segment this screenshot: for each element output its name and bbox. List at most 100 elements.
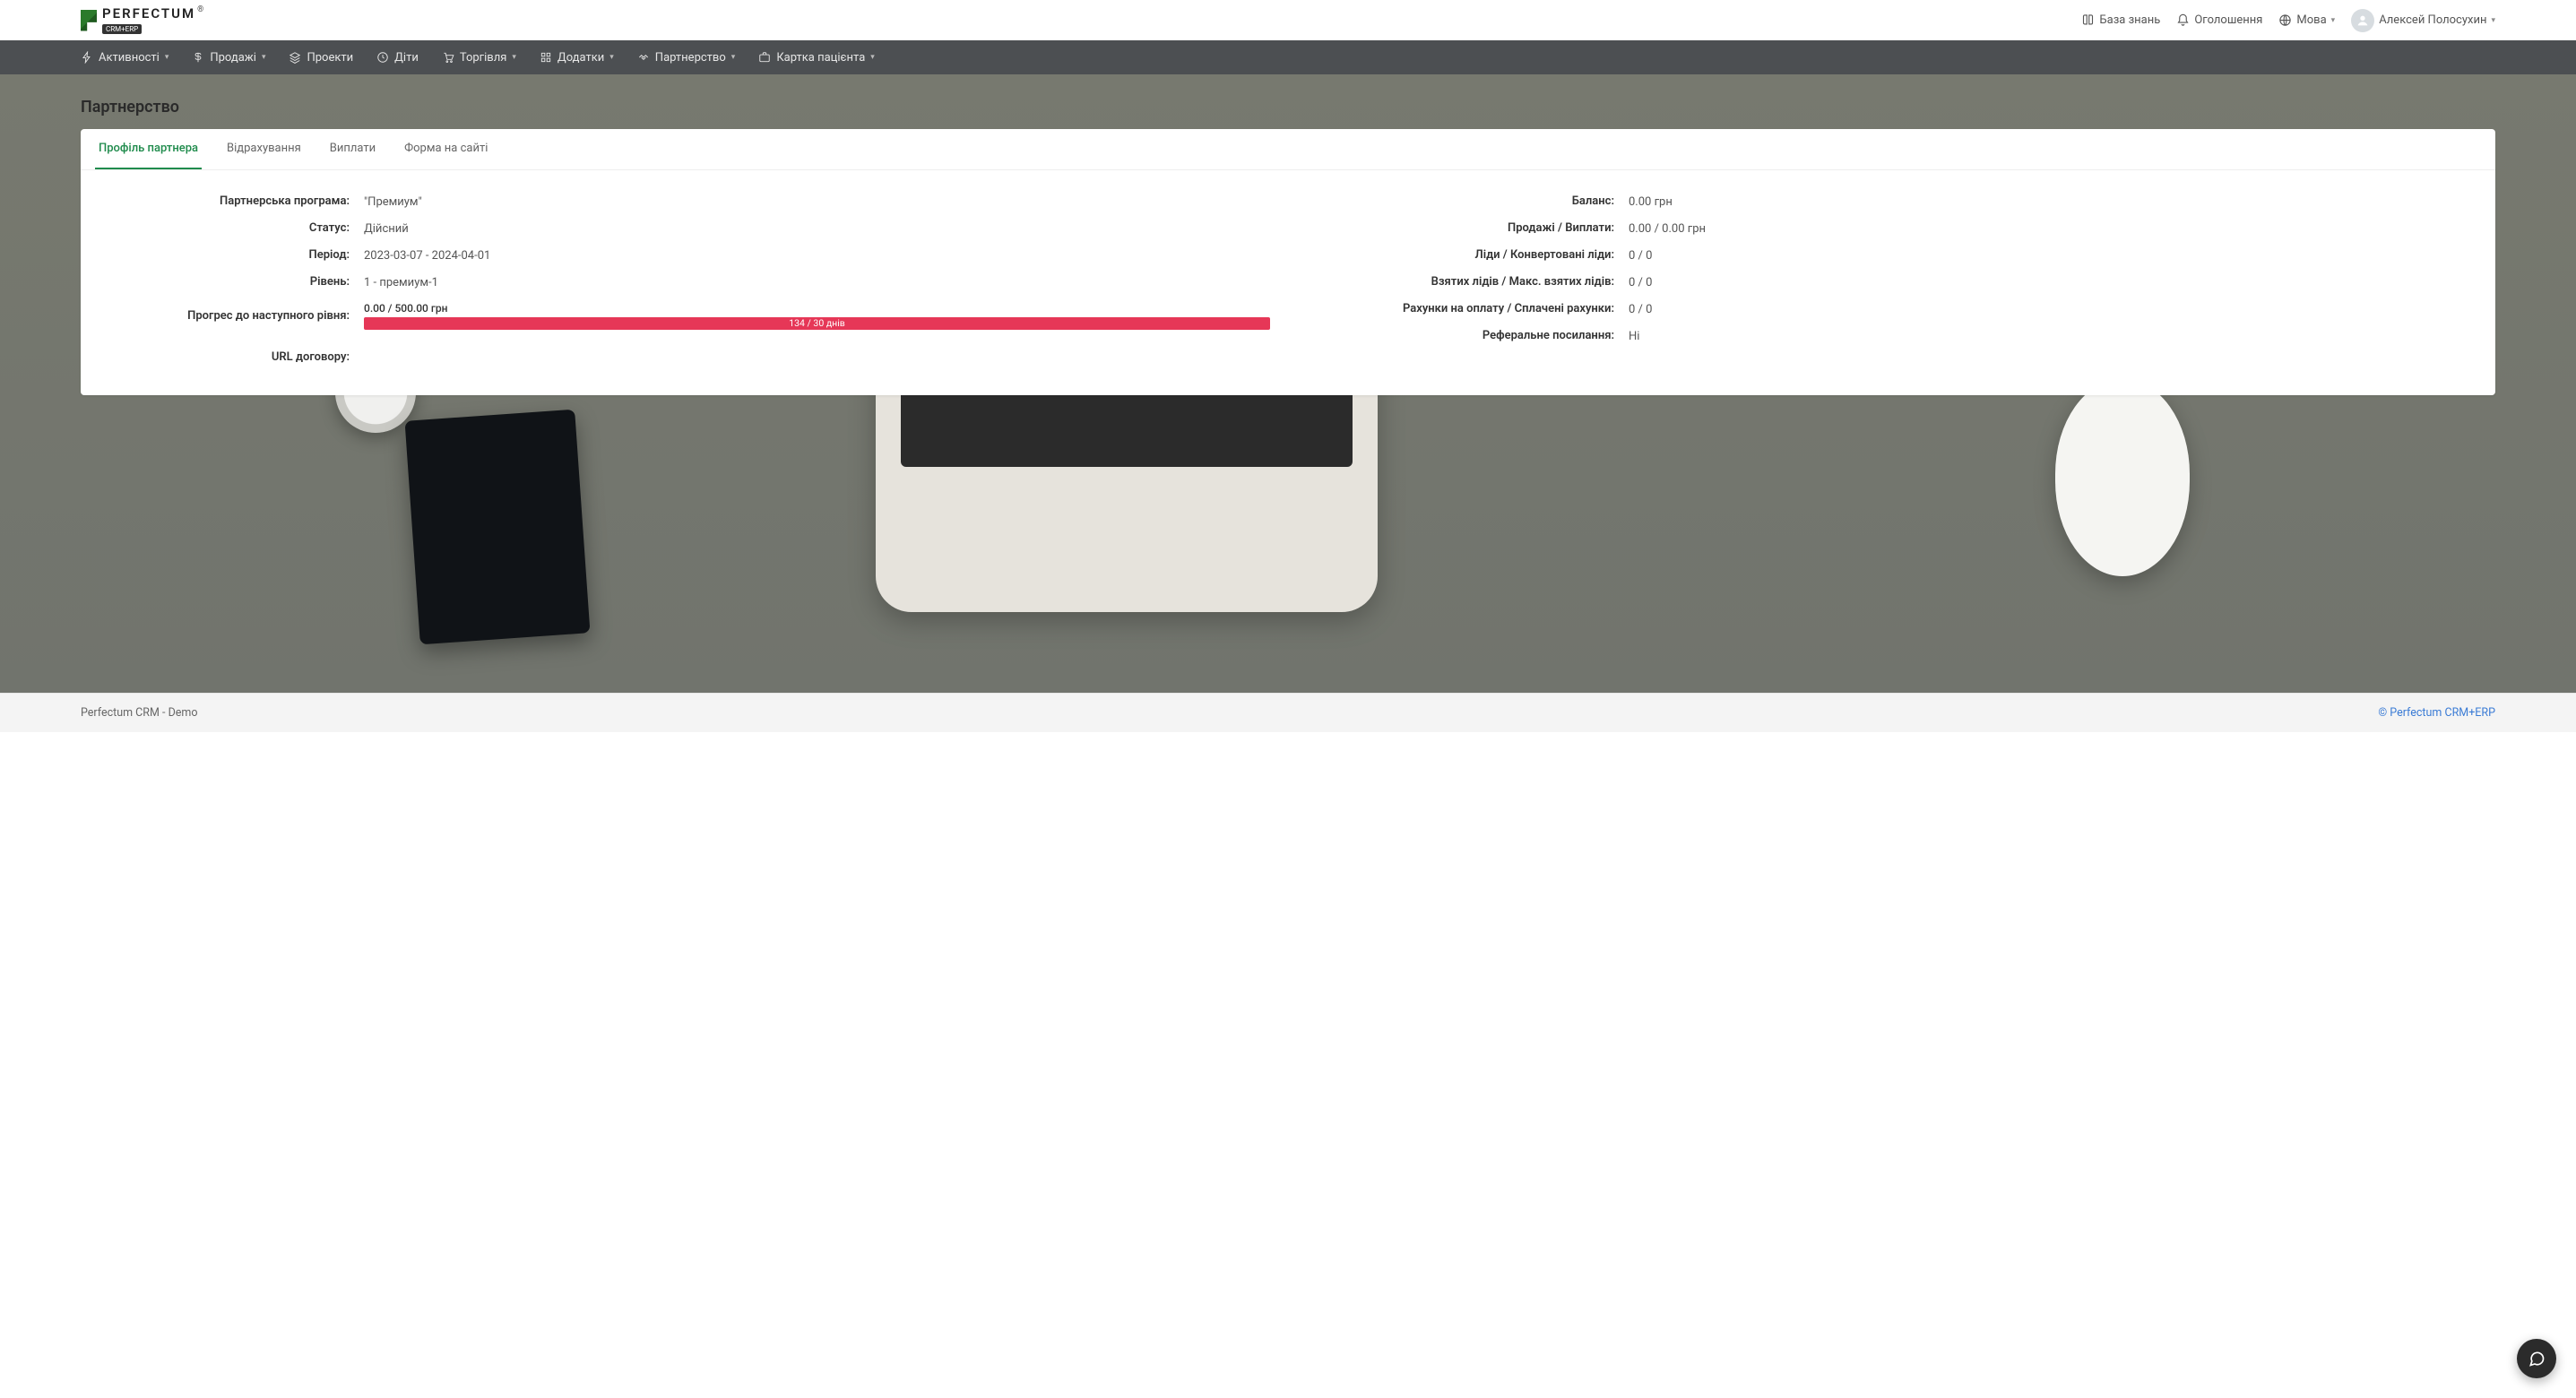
page-background: Партнерство Профіль партнера Відрахування… xyxy=(0,74,2576,693)
layers-icon xyxy=(289,51,301,64)
nav-item-label: Активності xyxy=(99,51,160,65)
briefcase-icon xyxy=(758,51,771,64)
clock-icon xyxy=(376,51,389,64)
language-label: Мова xyxy=(2296,13,2326,27)
label-url: URL договору: xyxy=(95,350,364,364)
registered-mark: ® xyxy=(197,5,203,14)
nav-item-1[interactable]: Продажі ▾ xyxy=(192,51,265,65)
value-invoices: 0 / 0 xyxy=(1629,302,2481,316)
value-status: Дійсний xyxy=(364,221,1270,236)
dollar-icon xyxy=(192,51,204,64)
tab-2[interactable]: Виплати xyxy=(326,129,379,169)
topbar: PERFECTUM® CRM+ERP База знань Оголошення… xyxy=(0,0,2576,40)
profile-grid: Партнерська програма: "Премиум" Статус: … xyxy=(81,170,2495,370)
nav-item-label: Партнерство xyxy=(655,51,726,65)
logo-mark-icon xyxy=(81,10,97,31)
value-url xyxy=(364,350,1270,351)
chat-fab[interactable] xyxy=(2517,1339,2556,1378)
value-taken: 0 / 0 xyxy=(1629,275,2481,289)
footer-right-link[interactable]: © Perfectum CRM+ERP xyxy=(2378,706,2495,720)
label-program: Партнерська програма: xyxy=(95,194,364,208)
value-level: 1 - премиум-1 xyxy=(364,275,1270,289)
row-taken: Взятих лідів / Макс. взятих лідів: 0 / 0 xyxy=(1306,269,2481,296)
chevron-down-icon: ▾ xyxy=(262,53,266,62)
tab-0[interactable]: Профіль партнера xyxy=(95,129,202,169)
chevron-down-icon: ▾ xyxy=(165,53,169,62)
nav-item-label: Продажі xyxy=(210,51,256,65)
label-ref: Реферальне посилання: xyxy=(1306,329,1629,342)
progress-bar: 134 / 30 днів xyxy=(364,317,1270,330)
bolt-icon xyxy=(81,51,93,64)
nav-item-6[interactable]: Партнерство ▾ xyxy=(637,51,736,65)
value-balance: 0.00 грн xyxy=(1629,194,2481,209)
label-invoices: Рахунки на оплату / Сплачені рахунки: xyxy=(1306,302,1629,315)
row-leads: Ліди / Конвертовані ліди: 0 / 0 xyxy=(1306,242,2481,269)
globe-icon xyxy=(2278,13,2292,27)
book-icon xyxy=(2081,13,2095,27)
main-nav: Активності ▾ Продажі ▾ Проекти Діти Торгівля ▾ Д… xyxy=(0,40,2576,74)
progress-fill: 134 / 30 днів xyxy=(364,317,1270,330)
value-leads: 0 / 0 xyxy=(1629,248,2481,263)
value-period: 2023-03-07 - 2024-04-01 xyxy=(364,248,1270,263)
logo-text: PERFECTUM xyxy=(102,5,195,22)
nav-item-2[interactable]: Проекти xyxy=(289,51,353,65)
progress-amount: 0.00 / 500.00 грн xyxy=(364,302,1270,315)
footer: Perfectum CRM - Demo © Perfectum CRM+ERP xyxy=(0,693,2576,732)
logo[interactable]: PERFECTUM® CRM+ERP xyxy=(81,5,203,35)
label-taken: Взятих лідів / Макс. взятих лідів: xyxy=(1306,275,1629,289)
grid-icon xyxy=(540,51,552,64)
value-ref: Ні xyxy=(1629,329,2481,343)
user-menu[interactable]: Алексей Полосухин ▾ xyxy=(2351,9,2495,32)
row-invoices: Рахунки на оплату / Сплачені рахунки: 0 … xyxy=(1306,296,2481,323)
nav-item-label: Додатки xyxy=(558,51,604,65)
knowledge-base-link[interactable]: База знань xyxy=(2081,13,2160,27)
chevron-down-icon: ▾ xyxy=(731,53,736,62)
bell-icon xyxy=(2176,13,2190,27)
nav-item-5[interactable]: Додатки▾ xyxy=(540,51,614,65)
profile-left-column: Партнерська програма: "Премиум" Статус: … xyxy=(95,188,1270,370)
label-leads: Ліди / Конвертовані ліди: xyxy=(1306,248,1629,262)
row-status: Статус: Дійсний xyxy=(95,215,1270,242)
label-balance: Баланс: xyxy=(1306,194,1629,208)
language-switcher[interactable]: Мова ▾ xyxy=(2278,13,2335,27)
cart-icon xyxy=(442,51,454,64)
label-progress: Прогрес до наступного рівня: xyxy=(95,309,364,323)
announcements-link[interactable]: Оголошення xyxy=(2176,13,2262,27)
chat-icon xyxy=(2528,1350,2546,1368)
nav-item-4[interactable]: Торгівля ▾ xyxy=(442,51,516,65)
footer-left: Perfectum CRM - Demo xyxy=(81,706,198,720)
topbar-right: База знань Оголошення Мова ▾ Алексей Пол… xyxy=(2081,9,2495,32)
row-progress: Прогрес до наступного рівня: 0.00 / 500.… xyxy=(95,296,1270,336)
announcements-label: Оголошення xyxy=(2194,13,2262,27)
label-period: Період: xyxy=(95,248,364,262)
value-program: "Премиум" xyxy=(364,194,1270,209)
knowledge-base-label: База знань xyxy=(2099,13,2160,27)
row-sales: Продажі / Виплати: 0.00 / 0.00 грн xyxy=(1306,215,2481,242)
chevron-down-icon: ▾ xyxy=(2491,16,2495,25)
chevron-down-icon: ▾ xyxy=(2331,16,2336,25)
tab-1[interactable]: Відрахування xyxy=(223,129,305,169)
nav-item-0[interactable]: Активності ▾ xyxy=(81,51,169,65)
nav-item-7[interactable]: Картка пацієнта ▾ xyxy=(758,51,874,65)
tab-3[interactable]: Форма на сайті xyxy=(401,129,491,169)
row-balance: Баланс: 0.00 грн xyxy=(1306,188,2481,215)
handshake-icon xyxy=(637,51,650,64)
logo-subtext: CRM+ERP xyxy=(102,24,142,34)
profile-right-column: Баланс: 0.00 грн Продажі / Виплати: 0.00… xyxy=(1306,188,2481,370)
page-title: Партнерство xyxy=(0,74,2576,129)
partner-card: Профіль партнера Відрахування Виплати Форма… xyxy=(81,129,2495,395)
row-level: Рівень: 1 - премиум-1 xyxy=(95,269,1270,296)
label-status: Статус: xyxy=(95,221,364,235)
nav-item-label: Картка пацієнта xyxy=(776,51,865,65)
tabs: Профіль партнера Відрахування Виплати Форма… xyxy=(81,129,2495,170)
nav-item-3[interactable]: Діти xyxy=(376,51,419,65)
row-program: Партнерська програма: "Премиум" xyxy=(95,188,1270,215)
label-sales: Продажі / Виплати: xyxy=(1306,221,1629,235)
chevron-down-icon: ▾ xyxy=(512,53,516,62)
progress-block: 0.00 / 500.00 грн 134 / 30 днів xyxy=(364,302,1270,330)
nav-item-label: Торгівля xyxy=(460,51,507,65)
row-period: Період: 2023-03-07 - 2024-04-01 xyxy=(95,242,1270,269)
bg-decor xyxy=(404,410,590,645)
row-url: URL договору: xyxy=(95,336,1270,370)
chevron-down-icon: ▾ xyxy=(870,53,875,62)
